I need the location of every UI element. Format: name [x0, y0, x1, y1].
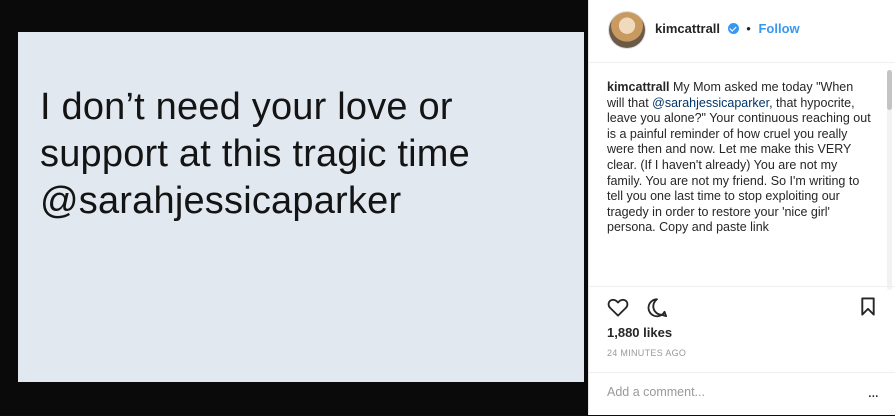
caption: kimcattrall My Mom asked me today "When … [607, 80, 872, 236]
comment-box: ... [589, 372, 895, 416]
more-options-icon[interactable]: ... [868, 384, 879, 402]
post-image[interactable]: I don’t need your love or support at thi… [18, 32, 584, 382]
comment-input[interactable] [607, 385, 857, 399]
post-timestamp[interactable]: 24 MINUTES AGO [607, 348, 686, 358]
scrollbar-thumb[interactable] [887, 70, 892, 110]
caption-text-after: , that hypocrite, leave you alone?" Your… [607, 95, 871, 235]
avatar[interactable] [609, 12, 645, 48]
caption-scrollbar[interactable] [887, 70, 892, 290]
action-bar [589, 286, 895, 323]
verified-badge-icon [727, 23, 739, 34]
username-row: kimcattrall • Follow [655, 21, 800, 36]
heart-icon[interactable] [607, 297, 629, 322]
separator-dot: • [746, 21, 751, 36]
post-sidebar: kimcattrall • Follow kimcattrall My Mom … [588, 0, 895, 415]
follow-button[interactable]: Follow [758, 21, 799, 36]
caption-mention-link[interactable]: @sarahjessicaparker [652, 96, 769, 110]
post-header: kimcattrall • Follow [589, 0, 895, 63]
comment-icon[interactable] [646, 297, 668, 323]
image-quote-text: I don’t need your love or support at thi… [40, 86, 470, 222]
caption-username[interactable]: kimcattrall [607, 80, 670, 94]
username-link[interactable]: kimcattrall [655, 21, 720, 36]
bookmark-icon[interactable] [860, 297, 876, 321]
likes-count[interactable]: 1,880 likes [607, 325, 672, 340]
post-image-pane: I don’t need your love or support at thi… [0, 0, 588, 415]
